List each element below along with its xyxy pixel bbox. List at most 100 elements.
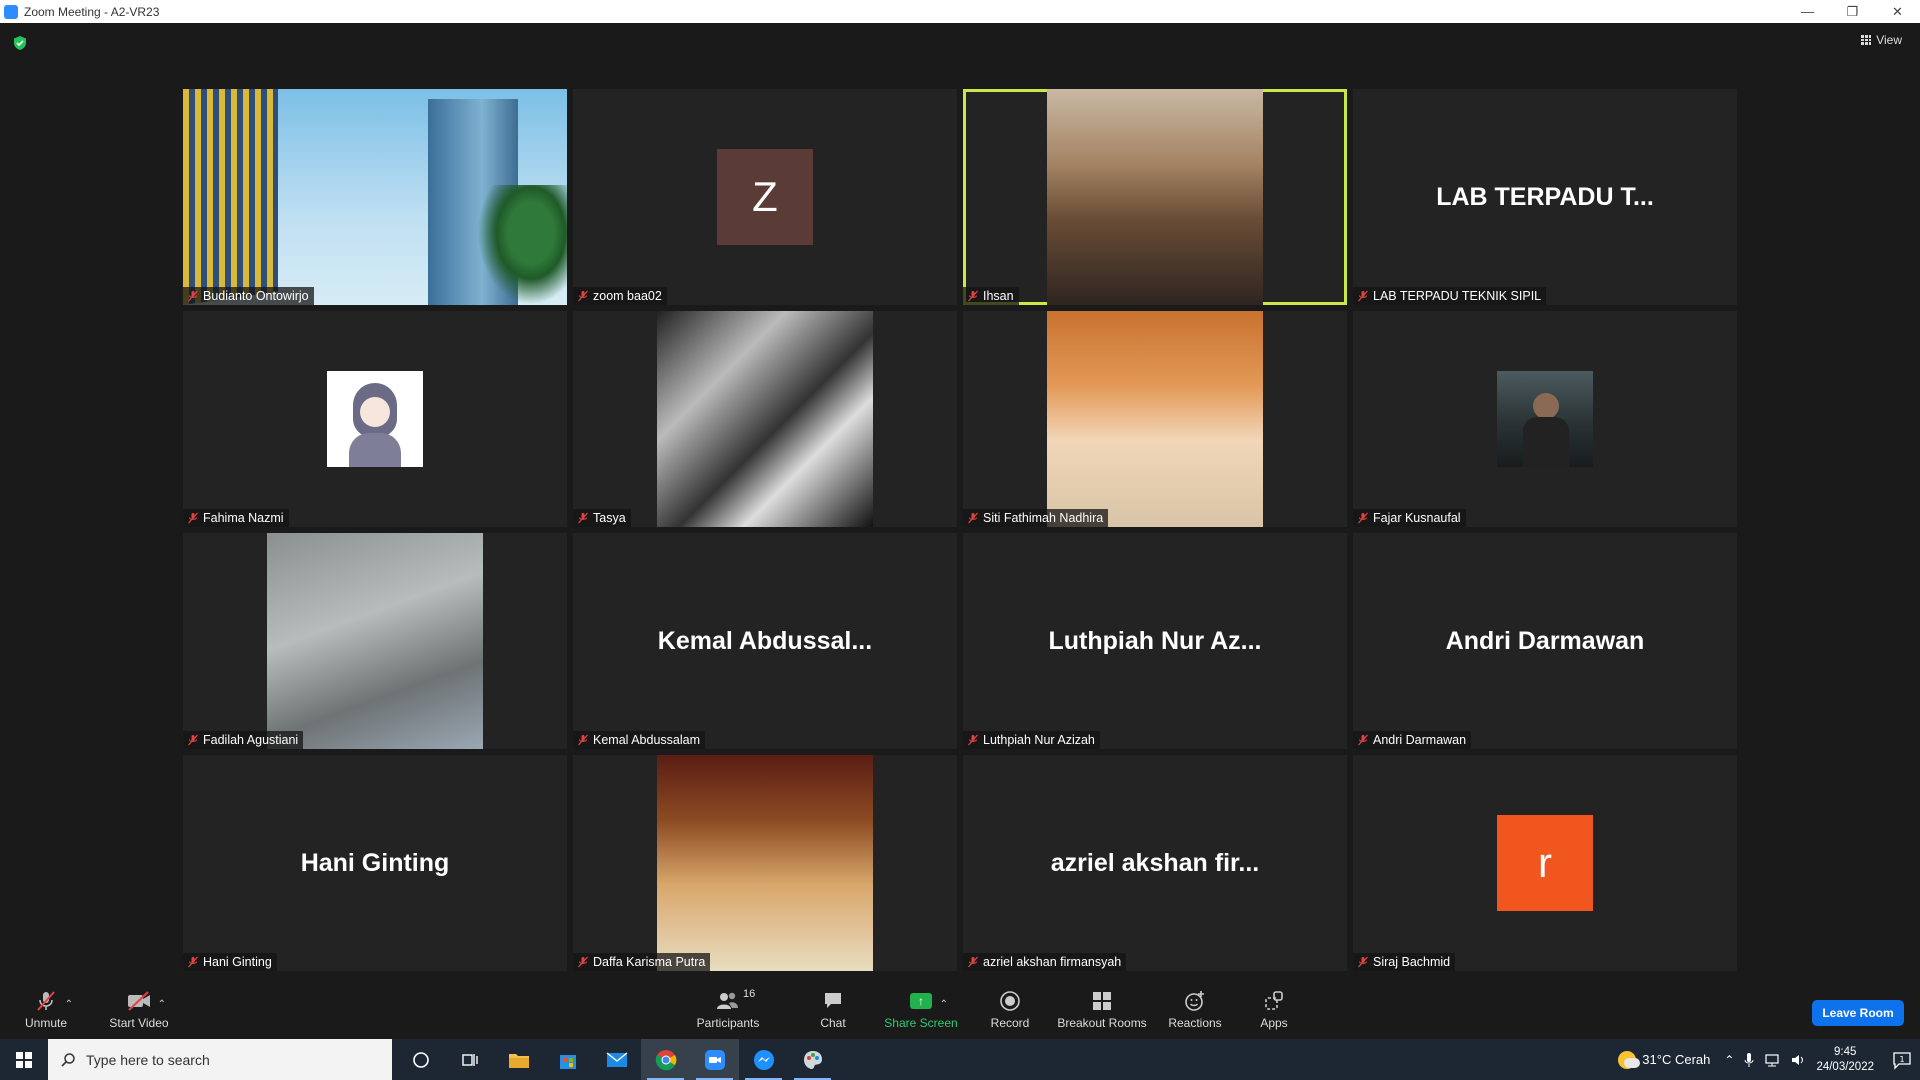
apps-button[interactable]: Apps <box>1256 980 1292 1039</box>
microphone-muted-icon <box>188 734 198 746</box>
participant-tile[interactable]: Budianto Ontowirjo <box>183 89 567 305</box>
participant-tile[interactable]: Andri Darmawan Andri Darmawan <box>1353 533 1737 749</box>
participant-tile[interactable]: Tasya <box>573 311 957 527</box>
volume-icon[interactable] <box>1790 1052 1806 1068</box>
weather-widget[interactable]: 31°C Cerah <box>1618 1050 1710 1069</box>
breakout-rooms-button[interactable]: Breakout Rooms <box>1056 980 1148 1039</box>
search-placeholder: Type here to search <box>86 1051 210 1068</box>
participant-name: Daffa Karisma Putra <box>593 955 706 969</box>
chat-icon <box>825 992 841 1008</box>
leave-room-button[interactable]: Leave Room <box>1812 1000 1904 1026</box>
share-screen-label: Share Screen <box>884 1015 958 1030</box>
audio-options-caret-icon[interactable]: ⌃ <box>65 999 73 1010</box>
participant-tile[interactable]: LAB TERPADU T... LAB TERPADU TEKNIK SIPIL <box>1353 89 1737 305</box>
file-explorer-button[interactable] <box>494 1039 543 1080</box>
participant-name-label: Luthpiah Nur Azizah <box>963 731 1100 749</box>
participant-name: Budianto Ontowirjo <box>203 289 309 303</box>
zoom-app-icon <box>4 4 18 19</box>
participant-name: Fahima Nazmi <box>203 511 284 525</box>
video-options-caret-icon[interactable]: ⌃ <box>158 999 166 1010</box>
breakout-rooms-label: Breakout Rooms <box>1057 1015 1147 1030</box>
window-titlebar: Zoom Meeting - A2-VR23 — ❐ ✕ <box>0 0 1920 23</box>
microphone-muted-icon <box>968 512 978 524</box>
participant-display-name: Kemal Abdussal... <box>657 626 873 655</box>
unmute-button[interactable]: ⌃ Unmute <box>20 980 73 1039</box>
share-options-caret-icon[interactable]: ⌃ <box>940 999 948 1010</box>
task-view-icon <box>461 1053 478 1066</box>
participants-button[interactable]: 16 Participants <box>694 980 762 1039</box>
participant-name: Fajar Kusnaufal <box>1373 511 1461 525</box>
participant-video <box>1047 89 1263 305</box>
zoom-taskbar-button[interactable] <box>690 1039 739 1080</box>
chevron-up-icon[interactable]: ⌃ <box>1724 1053 1734 1067</box>
task-view-button[interactable] <box>445 1039 494 1080</box>
participant-tile[interactable]: Ihsan <box>963 89 1347 305</box>
participant-name-label: Daffa Karisma Putra <box>573 953 711 971</box>
record-button[interactable]: Record <box>988 980 1032 1039</box>
start-video-label: Start Video <box>109 1015 169 1030</box>
microphone-muted-icon <box>188 290 198 302</box>
participant-tile[interactable]: azriel akshan fir... azriel akshan firman… <box>963 755 1347 971</box>
participant-tile[interactable]: Kemal Abdussal... Kemal Abdussalam <box>573 533 957 749</box>
reactions-button[interactable]: Reactions <box>1166 980 1224 1039</box>
participant-tile[interactable]: Hani Ginting Hani Ginting <box>183 755 567 971</box>
participant-tile[interactable]: Fahima Nazmi <box>183 311 567 527</box>
participant-name-label: Tasya <box>573 509 631 527</box>
participant-tile[interactable]: Siti Fathimah Nadhira <box>963 311 1347 527</box>
search-icon <box>61 1052 75 1067</box>
restore-button[interactable]: ❐ <box>1830 0 1875 23</box>
minimize-button[interactable]: — <box>1785 0 1830 23</box>
participant-video <box>183 89 567 305</box>
breakout-rooms-icon <box>1093 991 1111 1010</box>
tray-icons: ⌃ <box>1724 1052 1806 1068</box>
microphone-icon[interactable] <box>1744 1052 1754 1068</box>
participant-tile[interactable]: Luthpiah Nur Az... Luthpiah Nur Azizah <box>963 533 1347 749</box>
network-icon[interactable] <box>1764 1052 1780 1068</box>
chrome-button[interactable] <box>641 1039 690 1080</box>
participant-tile[interactable]: Fadilah Agustiani <box>183 533 567 749</box>
participant-name-label: Ihsan <box>963 287 1019 305</box>
folder-icon <box>508 1053 529 1068</box>
taskbar-pinned-apps <box>396 1039 837 1080</box>
participant-avatar: r <box>1497 815 1593 911</box>
store-button[interactable] <box>543 1039 592 1080</box>
share-screen-button[interactable]: ↑ ⌃ Share Screen <box>884 980 958 1039</box>
participant-name-label: Fajar Kusnaufal <box>1353 509 1466 527</box>
shield-icon[interactable] <box>12 35 28 51</box>
mail-icon <box>606 1051 627 1067</box>
participant-name-label: Siti Fathimah Nadhira <box>963 509 1109 527</box>
close-button[interactable]: ✕ <box>1875 0 1920 23</box>
participant-video <box>1047 311 1263 527</box>
cortana-button[interactable] <box>396 1039 445 1080</box>
participant-tile[interactable]: Daffa Karisma Putra <box>573 755 957 971</box>
participant-profile-picture <box>327 371 423 467</box>
participant-tile[interactable]: r Siraj Bachmid <box>1353 755 1737 971</box>
notification-icon: 1 <box>1893 1051 1911 1070</box>
start-button[interactable] <box>0 1039 48 1080</box>
participant-name-label: Hani Ginting <box>183 953 277 971</box>
notification-center-button[interactable]: 1 <box>1884 1039 1920 1080</box>
participant-name: LAB TERPADU TEKNIK SIPIL <box>1373 289 1542 303</box>
participant-display-name: Hani Ginting <box>300 848 450 877</box>
participants-label: Participants <box>696 1015 760 1030</box>
mail-button[interactable] <box>592 1039 641 1080</box>
participant-name-label: zoom baa02 <box>573 287 667 305</box>
participant-name-label: Siraj Bachmid <box>1353 953 1456 971</box>
start-video-button[interactable]: ⌃ Start Video <box>104 980 174 1039</box>
participant-video <box>657 311 873 527</box>
messenger-button[interactable] <box>739 1039 788 1080</box>
participant-name-label: Fadilah Agustiani <box>183 731 304 749</box>
participant-name: Tasya <box>593 511 626 525</box>
microphone-muted-icon <box>1358 734 1368 746</box>
taskbar-search[interactable]: Type here to search <box>48 1039 392 1080</box>
grid-view-icon <box>1861 35 1872 45</box>
chat-button[interactable]: Chat <box>812 980 854 1039</box>
store-icon <box>559 1054 576 1069</box>
participant-tile[interactable]: Fajar Kusnaufal <box>1353 311 1737 527</box>
participant-tile[interactable]: Zzoom baa02 <box>573 89 957 305</box>
view-button[interactable]: View <box>1861 33 1902 47</box>
participant-name: Kemal Abdussalam <box>593 733 701 747</box>
clock[interactable]: 9:45 24/03/2022 <box>1816 1045 1874 1075</box>
paint-button[interactable] <box>788 1039 837 1080</box>
participant-display-name: LAB TERPADU T... <box>1436 182 1654 211</box>
